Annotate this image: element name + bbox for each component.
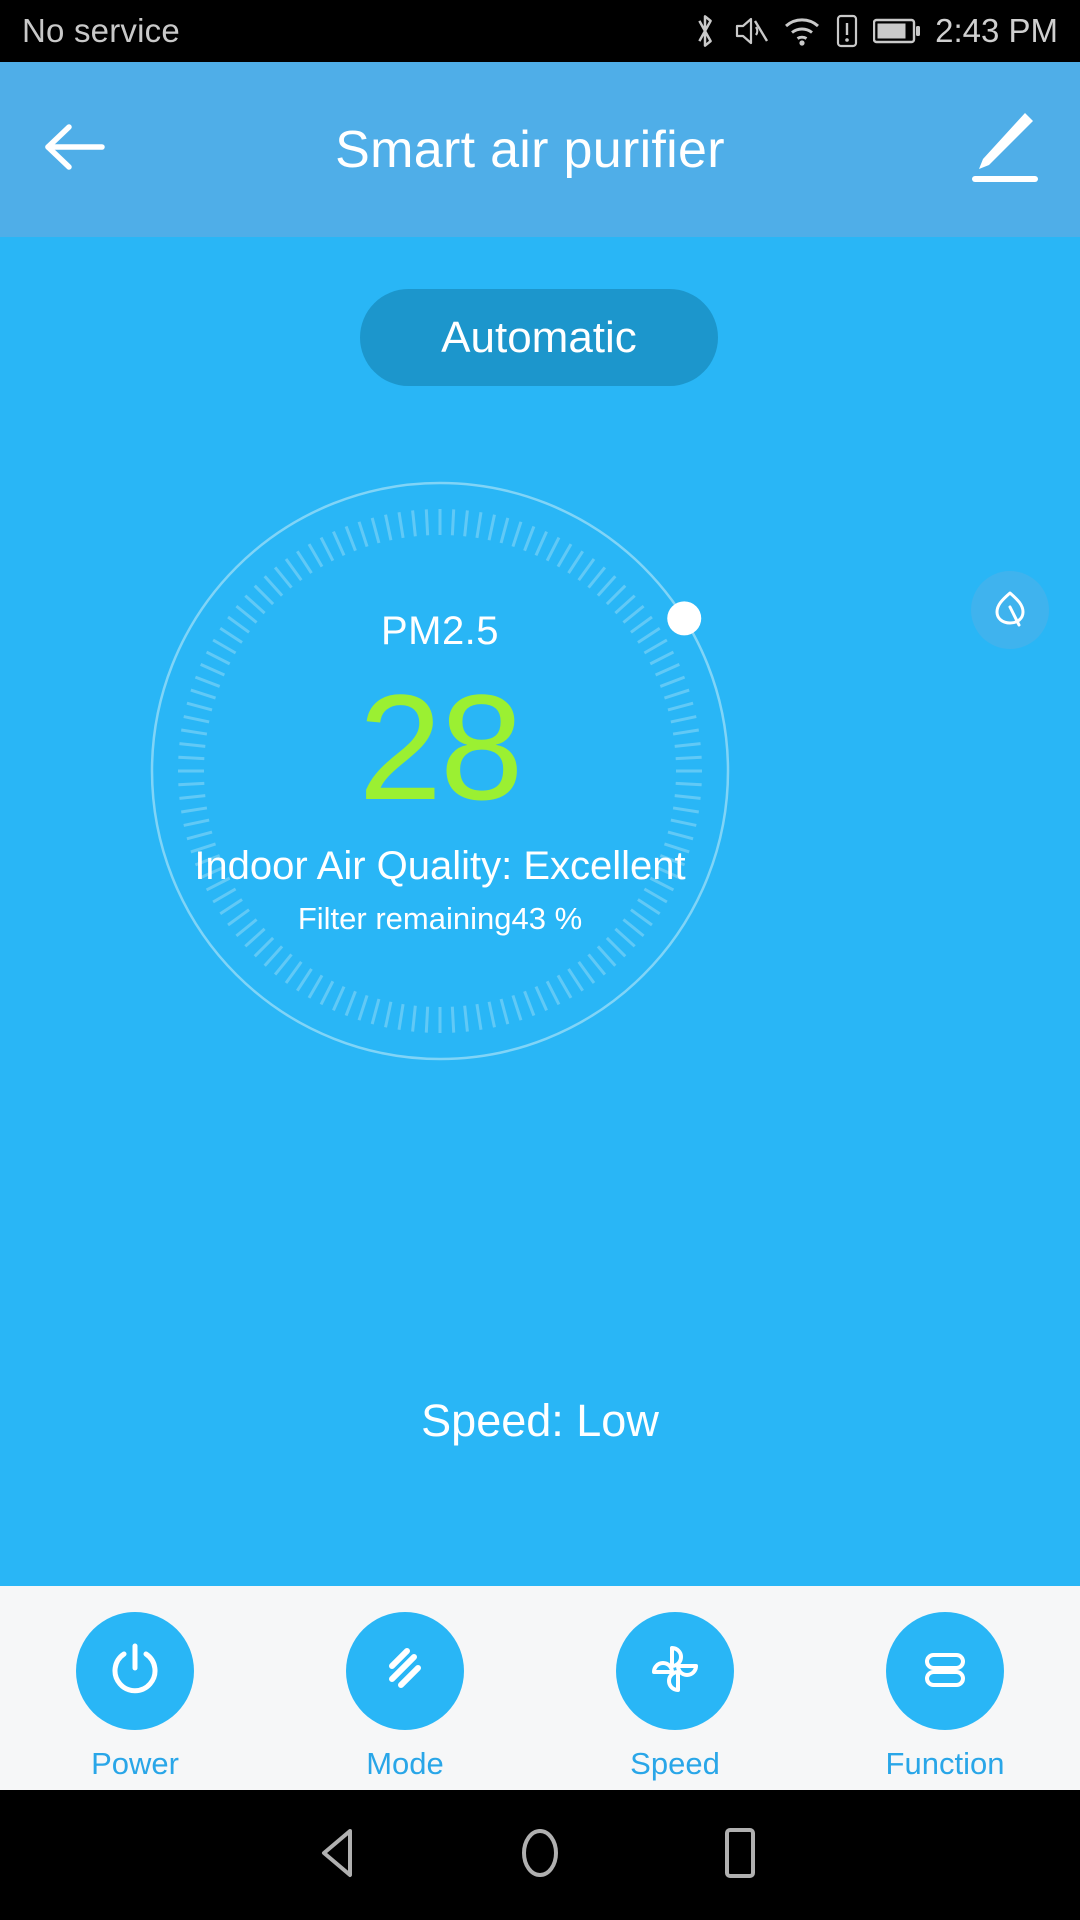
nav-back-triangle-icon	[314, 1825, 366, 1886]
gauge-tick-marks	[178, 509, 702, 1033]
tool-speed-circle	[616, 1612, 734, 1730]
edit-button[interactable]	[920, 62, 1080, 237]
nav-home-button[interactable]	[440, 1790, 640, 1920]
tool-speed[interactable]: Speed	[540, 1586, 810, 1790]
wifi-icon	[783, 15, 821, 47]
fan-pinwheel-icon	[644, 1638, 706, 1705]
nav-home-circle-icon	[513, 1823, 567, 1888]
gauge-handle-dot[interactable]	[667, 601, 702, 636]
battery-icon	[873, 17, 921, 45]
tool-function-circle	[886, 1612, 1004, 1730]
mode-pill-label: Automatic	[441, 312, 637, 362]
gauge-svg	[150, 481, 730, 1061]
power-icon	[104, 1638, 166, 1705]
carrier-label: No service	[22, 12, 180, 49]
back-arrow-icon	[42, 121, 108, 178]
gauge-outer-ring	[150, 481, 730, 1061]
function-bars-icon	[914, 1638, 976, 1705]
tool-power-label: Power	[91, 1746, 179, 1781]
air-quality-gauge[interactable]	[148, 479, 732, 1063]
sim-alert-icon	[835, 14, 859, 48]
speed-status-text: Speed: Low	[421, 1395, 659, 1446]
status-bar: No service 2:43 PM	[0, 0, 1080, 62]
page-title: Smart air purifier	[335, 120, 725, 179]
main-content: Automatic PM2.5 28 Indoor Air Quality: E…	[0, 237, 1080, 1586]
app-screen: No service 2:43 PM Smart air purifier Au…	[0, 0, 1080, 1920]
tool-mode-circle	[346, 1612, 464, 1730]
tool-function-label: Function	[885, 1746, 1005, 1781]
back-button[interactable]	[0, 62, 150, 237]
mode-pill-button[interactable]: Automatic	[360, 289, 718, 386]
status-icon-group	[691, 13, 921, 49]
nav-recents-button[interactable]	[640, 1790, 840, 1920]
leaf-icon	[987, 585, 1033, 636]
eco-leaf-button[interactable]	[971, 571, 1049, 649]
nav-back-button[interactable]	[240, 1790, 440, 1920]
tool-speed-label: Speed	[630, 1746, 720, 1781]
tool-power[interactable]: Power	[0, 1586, 270, 1790]
tool-mode-label: Mode	[366, 1746, 444, 1781]
nav-recents-square-icon	[717, 1824, 763, 1887]
tool-mode[interactable]: Mode	[270, 1586, 540, 1790]
tool-function[interactable]: Function	[810, 1586, 1080, 1790]
bluetooth-icon	[691, 13, 719, 49]
clock-label: 2:43 PM	[935, 12, 1058, 49]
bottom-toolbar: Power Mode Speed Function	[0, 1586, 1080, 1790]
tool-power-circle	[76, 1612, 194, 1730]
volume-mute-icon	[733, 15, 769, 47]
android-nav-bar	[0, 1790, 1080, 1920]
pencil-edit-icon	[959, 107, 1041, 192]
mode-lines-icon	[376, 1640, 434, 1703]
app-bar: Smart air purifier	[0, 62, 1080, 237]
